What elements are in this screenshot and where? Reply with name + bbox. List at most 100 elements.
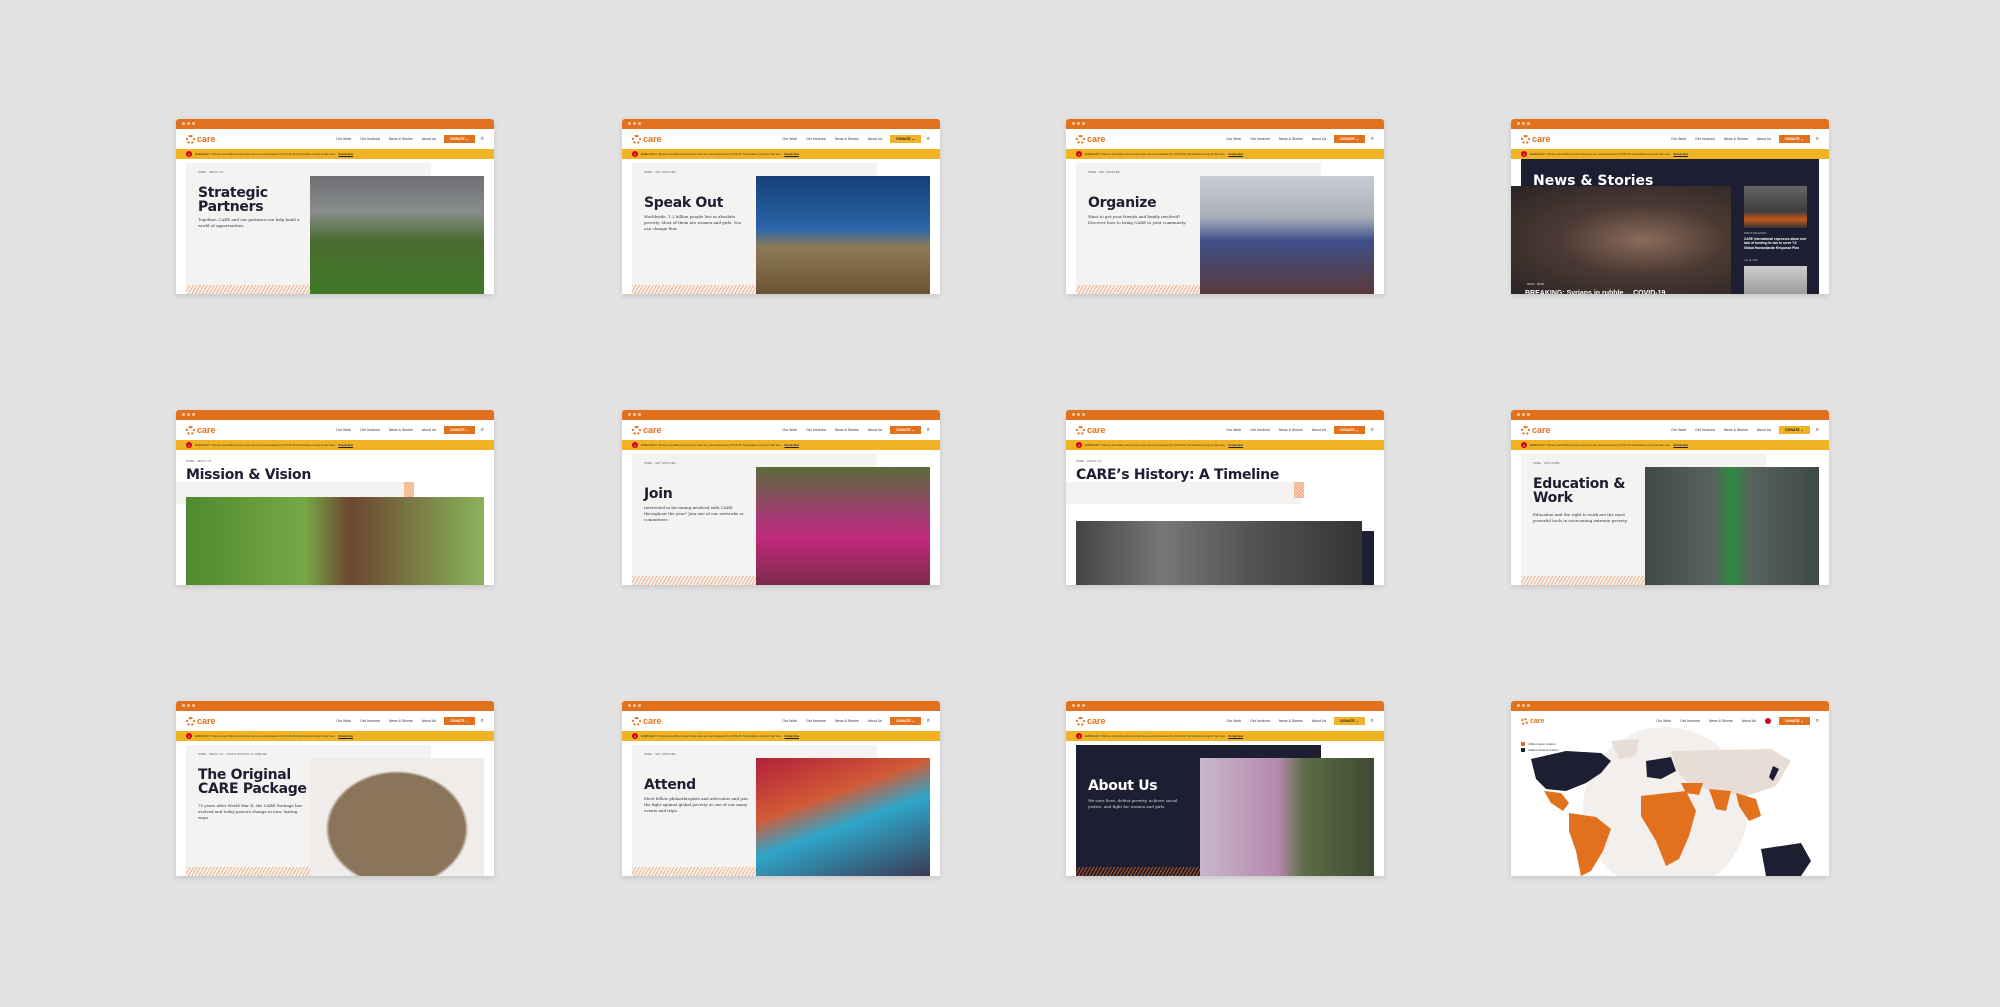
nav-news-stories[interactable]: News & Stories [1724, 137, 1748, 141]
breadcrumb[interactable]: HOME · ABOUT US · CARE'S HISTORY: A TIME… [198, 753, 267, 756]
breadcrumb[interactable]: HOME · GET INVOLVED [644, 753, 676, 756]
page-card-strategic-partners[interactable]: care Our Work Get Involved News & Storie… [176, 119, 494, 294]
care-logo[interactable]: care [186, 716, 216, 726]
side-story-thumbnail[interactable] [1744, 266, 1807, 294]
care-logo[interactable]: care [1521, 134, 1551, 144]
page-card-history-timeline[interactable]: care Our Work Get Involved News & Storie… [1066, 410, 1384, 585]
nav-our-work[interactable]: Our Work [782, 428, 797, 432]
nav-our-work[interactable]: Our Work [1226, 428, 1241, 432]
nav-about-us[interactable]: About Us [1757, 137, 1771, 141]
nav-about-us[interactable]: About Us [422, 137, 436, 141]
nav-about-us[interactable]: About Us [868, 719, 882, 723]
donate-now-link[interactable]: Donate Now [1228, 444, 1242, 447]
breadcrumb[interactable]: HOME · ABOUT US [186, 460, 211, 463]
nav-our-work[interactable]: Our Work [1671, 428, 1686, 432]
care-logo[interactable]: care [1076, 134, 1106, 144]
donate-button[interactable]: DONATE ⌄ [1334, 135, 1365, 143]
nav-our-work[interactable]: Our Work [782, 719, 797, 723]
care-logo[interactable]: care [1521, 425, 1551, 435]
search-icon[interactable]: ⌕ [1816, 136, 1819, 143]
breadcrumb[interactable]: HOME · GET INVOLVED [644, 462, 676, 465]
donate-button[interactable]: DONATE ⌄ [890, 717, 921, 725]
donate-button[interactable]: DONATE ⌄ [1334, 717, 1365, 725]
featured-story-photo[interactable] [1511, 186, 1731, 294]
nav-get-involved[interactable]: Get Involved [360, 719, 380, 723]
side-story-thumbnail[interactable] [1744, 186, 1807, 228]
page-card-attend[interactable]: care Our Work Get Involved News & Storie… [622, 701, 940, 876]
donate-now-link[interactable]: Donate Now [338, 444, 352, 447]
nav-get-involved[interactable]: Get Involved [360, 428, 380, 432]
search-icon[interactable]: ⌕ [481, 718, 484, 725]
nav-our-work[interactable]: Our Work [1226, 137, 1241, 141]
nav-news-stories[interactable]: News & Stories [1279, 137, 1303, 141]
search-icon[interactable]: ⌕ [1816, 427, 1819, 434]
nav-get-involved[interactable]: Get Involved [1250, 137, 1270, 141]
donate-button[interactable]: DONATE ⌄ [1779, 717, 1810, 725]
care-logo[interactable]: care [1076, 716, 1106, 726]
nav-get-involved[interactable]: Get Involved [806, 428, 826, 432]
nav-our-work[interactable]: Our Work [336, 137, 351, 141]
nav-our-work[interactable]: Our Work [782, 137, 797, 141]
care-logo[interactable]: care [186, 425, 216, 435]
donate-now-link[interactable]: Donate Now [338, 735, 352, 738]
nav-about-us[interactable]: About Us [422, 719, 436, 723]
breadcrumb[interactable]: HOME · ABOUT US [1076, 460, 1101, 463]
search-icon[interactable]: ⌕ [927, 136, 930, 143]
donate-now-link[interactable]: Donate Now [338, 153, 352, 156]
page-card-join[interactable]: care Our Work Get Involved News & Storie… [622, 410, 940, 585]
nav-get-involved[interactable]: Get Involved [360, 137, 380, 141]
page-card-original-care-package[interactable]: care Our Work Get Involved News & Storie… [176, 701, 494, 876]
nav-about-us[interactable]: About Us [1742, 719, 1756, 723]
nav-get-involved[interactable]: Get Involved [806, 719, 826, 723]
donate-button[interactable]: DONATE ⌄ [1779, 426, 1810, 434]
search-icon[interactable]: ⌕ [1371, 718, 1374, 725]
nav-news-stories[interactable]: News & Stories [835, 719, 859, 723]
donate-now-link[interactable]: Donate Now [784, 153, 798, 156]
side-story-headline[interactable]: CARE International expresses alarm over … [1744, 237, 1807, 250]
donate-button[interactable]: DONATE ⌄ [890, 426, 921, 434]
care-logo[interactable]: care [632, 716, 662, 726]
nav-news-stories[interactable]: News & Stories [389, 428, 413, 432]
nav-news-stories[interactable]: News & Stories [835, 137, 859, 141]
page-card-speak-out[interactable]: care Our Work Get Involved News & Storie… [622, 119, 940, 294]
nav-about-us[interactable]: About Us [1757, 428, 1771, 432]
nav-about-us[interactable]: About Us [1312, 137, 1326, 141]
alert-indicator-icon[interactable] [1765, 718, 1772, 724]
breadcrumb[interactable]: HOME · GET INVOLVED [644, 171, 676, 174]
breadcrumb[interactable]: HOME · OUR WORK [1533, 462, 1560, 465]
donate-now-link[interactable]: Donate Now [1228, 153, 1242, 156]
donate-button[interactable]: DONATE ⌄ [1779, 135, 1810, 143]
search-icon[interactable]: ⌕ [1371, 427, 1374, 434]
search-icon[interactable]: ⌕ [927, 427, 930, 434]
breadcrumb[interactable]: HOME · GET INVOLVED [1088, 171, 1120, 174]
nav-our-work[interactable]: Our Work [336, 428, 351, 432]
donate-now-link[interactable]: Donate Now [1673, 153, 1687, 156]
featured-story-headline[interactable]: BREAKING: Syrians in rubble ... COVID-19 [1525, 290, 1665, 294]
nav-get-involved[interactable]: Get Involved [1680, 719, 1700, 723]
care-logo[interactable]: care [1076, 425, 1106, 435]
nav-about-us[interactable]: About Us [868, 137, 882, 141]
breadcrumb[interactable]: HOME · ABOUT US [198, 171, 223, 174]
donate-button[interactable]: DONATE ⌄ [444, 426, 475, 434]
care-logo[interactable]: care [632, 134, 662, 144]
nav-get-involved[interactable]: Get Involved [1250, 719, 1270, 723]
page-card-news-stories[interactable]: care Our Work Get Involved News & Storie… [1511, 119, 1829, 294]
search-icon[interactable]: ⌕ [1816, 718, 1819, 725]
nav-news-stories[interactable]: News & Stories [389, 137, 413, 141]
nav-news-stories[interactable]: News & Stories [389, 719, 413, 723]
donate-button[interactable]: DONATE ⌄ [890, 135, 921, 143]
nav-our-work[interactable]: Our Work [336, 719, 351, 723]
nav-about-us[interactable]: About Us [868, 428, 882, 432]
donate-button[interactable]: DONATE ⌄ [444, 717, 475, 725]
nav-about-us[interactable]: About Us [1312, 428, 1326, 432]
nav-our-work[interactable]: Our Work [1671, 137, 1686, 141]
page-card-mission-vision[interactable]: care Our Work Get Involved News & Storie… [176, 410, 494, 585]
search-icon[interactable]: ⌕ [481, 136, 484, 143]
page-card-organize[interactable]: care Our Work Get Involved News & Storie… [1066, 119, 1384, 294]
page-card-education-work[interactable]: care Our Work Get Involved News & Storie… [1511, 410, 1829, 585]
care-logo[interactable]: care [632, 425, 662, 435]
donate-button[interactable]: DONATE ⌄ [444, 135, 475, 143]
nav-about-us[interactable]: About Us [422, 428, 436, 432]
nav-our-work[interactable]: Our Work [1656, 719, 1671, 723]
nav-get-involved[interactable]: Get Involved [1250, 428, 1270, 432]
